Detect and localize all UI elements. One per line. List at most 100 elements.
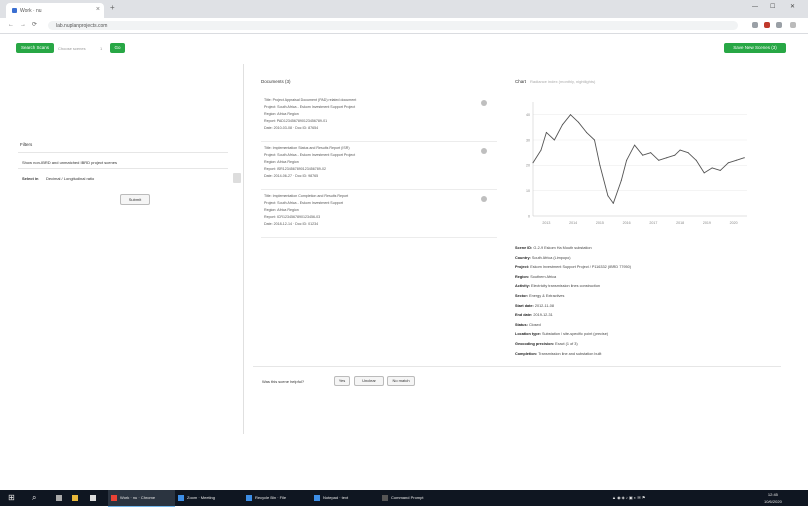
doc-status-icon[interactable] bbox=[481, 196, 487, 202]
doc-status-icon[interactable] bbox=[481, 148, 487, 154]
doc-date: Date: 2014-06-27 · Doc ID: 98765 bbox=[264, 174, 319, 178]
metadata-key: End date: bbox=[515, 313, 534, 318]
close-window-button[interactable]: ✕ bbox=[790, 3, 795, 11]
doc-report: Report: ISR1234567890123456789-02 bbox=[264, 167, 326, 171]
taskbar-item-files[interactable]: Recycle Bin · File bbox=[246, 490, 310, 506]
x-tick-label: 2017 bbox=[649, 221, 657, 225]
extension-icon[interactable] bbox=[764, 22, 770, 28]
search-scans-button[interactable]: Search Scans bbox=[16, 43, 54, 53]
metadata-key: Project: bbox=[515, 265, 531, 270]
feedback-yes-button[interactable]: Yes bbox=[334, 376, 350, 386]
address-bar[interactable]: lab.nuplanprojects.com bbox=[48, 21, 738, 30]
search-icon[interactable]: ⌕ bbox=[32, 490, 36, 506]
x-tick-label: 2013 bbox=[542, 221, 550, 225]
metadata-row: Location type: Substation / site-specifi… bbox=[515, 332, 608, 336]
data-point bbox=[626, 159, 628, 161]
radiance-line-chart: 40 30 20 10 0 2013 2014 2015 2016 2017 2018 2019 202… bbox=[526, 102, 747, 225]
new-tab-button[interactable]: + bbox=[110, 4, 115, 12]
doc-project: Project: South Africa - Eskom Investment… bbox=[264, 153, 356, 157]
data-point bbox=[642, 154, 644, 156]
menu-icon[interactable] bbox=[790, 22, 796, 28]
taskbar: ⊞ ⌕ Work · nu · Chrome Zoom · Meeting Re… bbox=[0, 490, 808, 507]
choose-scenes-label: Choose scenes bbox=[58, 46, 86, 51]
start-icon[interactable]: ⊞ bbox=[8, 490, 15, 506]
tab-close-icon[interactable]: × bbox=[96, 6, 100, 13]
doc-title: Title: Project Appraisal Document (PAD) … bbox=[264, 98, 357, 102]
chart-subtitle: Radiance index (monthly, nightlights) bbox=[530, 79, 596, 84]
doc-report: Report: ICR1234567890123456-03 bbox=[264, 215, 321, 219]
metadata-row: Region: Southern Africa bbox=[515, 275, 556, 279]
system-tray-icons[interactable]: ▲ ◉ ◈ ♪ ▣ ◐ ✉ ⚑ bbox=[612, 490, 645, 506]
data-point bbox=[634, 144, 636, 146]
extension-icon[interactable] bbox=[752, 22, 758, 28]
data-point bbox=[586, 131, 587, 133]
chart-title: Chart bbox=[515, 79, 527, 84]
doc-date: Date: 2010-03-08 · Doc ID: 87654 bbox=[264, 126, 319, 130]
taskbar-item-chrome[interactable]: Work · nu · Chrome bbox=[108, 490, 175, 507]
minimize-button[interactable]: — bbox=[752, 3, 758, 11]
filter-select-value[interactable]: Decimal / Longitudinal ratio bbox=[46, 176, 94, 181]
doc-date: Date: 2018-12-14 · Doc ID: 01234 bbox=[264, 222, 319, 226]
filter-option-text[interactable]: Show non-IBRD and unmatched IBRD project… bbox=[22, 160, 117, 165]
doc-title: Title: Implementation Status and Results… bbox=[264, 146, 350, 150]
favicon-icon bbox=[12, 8, 17, 13]
x-tick-label: 2015 bbox=[596, 221, 604, 225]
taskbar-item-cmd[interactable]: Command Prompt bbox=[382, 490, 446, 506]
filters-title: Filters bbox=[20, 142, 33, 147]
document-card[interactable]: Title: Project Appraisal Document (PAD) … bbox=[261, 96, 497, 142]
metadata-value: Electricity transmission lines construct… bbox=[531, 284, 601, 289]
data-point bbox=[553, 139, 555, 141]
y-tick-label: 0 bbox=[528, 214, 530, 218]
browser-tab-bar: Work · nu × + — ☐ ✕ bbox=[0, 0, 808, 18]
browser-tab[interactable]: Work · nu × bbox=[6, 3, 104, 18]
metadata-row: Activity: Electricity transmission lines… bbox=[515, 284, 600, 288]
data-point bbox=[620, 180, 622, 182]
back-icon[interactable]: ← bbox=[8, 21, 14, 29]
feedback-no-match-button[interactable]: No match bbox=[387, 376, 415, 386]
url-text: lab.nuplanprojects.com bbox=[56, 23, 108, 29]
documents-title: Documents (3) bbox=[261, 79, 291, 84]
data-point bbox=[612, 202, 614, 204]
filter-panel: Filters Show non-IBRD and unmatched IBRD… bbox=[0, 64, 244, 434]
submit-button[interactable]: Submit bbox=[120, 194, 150, 205]
metadata-value: Eskom Investment Support Project / P1163… bbox=[530, 265, 632, 270]
taskbar-item-notepad[interactable]: Notepad · text bbox=[314, 490, 378, 506]
data-point bbox=[719, 169, 721, 171]
reload-icon[interactable]: ⟳ bbox=[32, 21, 37, 29]
maximize-button[interactable]: ☐ bbox=[770, 3, 775, 11]
collapse-handle[interactable] bbox=[233, 173, 241, 183]
document-card[interactable]: Title: Implementation Completion and Res… bbox=[261, 192, 497, 238]
clock[interactable]: 12:45 10/6/2020 bbox=[764, 491, 782, 507]
go-button[interactable]: Go bbox=[110, 43, 125, 53]
metadata-row: Completion: Transmission line and substa… bbox=[515, 352, 601, 356]
data-point bbox=[545, 131, 547, 133]
doc-status-icon[interactable] bbox=[481, 100, 487, 106]
data-point bbox=[711, 167, 713, 169]
doc-project: Project: South Africa - Eskom Investment… bbox=[264, 105, 356, 109]
task-view-icon[interactable] bbox=[56, 490, 66, 506]
taskbar-item-zoom[interactable]: Zoom · Meeting bbox=[178, 490, 242, 506]
data-point bbox=[594, 139, 596, 141]
data-point bbox=[577, 121, 579, 123]
data-point bbox=[743, 157, 745, 159]
metadata-value: Transmission line and substation built bbox=[538, 351, 602, 356]
feedback-unclear-button[interactable]: Unclear bbox=[354, 376, 384, 386]
save-new-scenes-button[interactable]: Save New Scenes (3) bbox=[724, 43, 786, 53]
metadata-row: Country: South Africa (Limpopo) bbox=[515, 256, 571, 260]
metadata-key: Sector: bbox=[515, 294, 530, 298]
metadata-row: Geocoding precision: Exact (1 of 3) bbox=[515, 342, 578, 346]
browser-toolbar: ← → ⟳ lab.nuplanprojects.com bbox=[0, 18, 808, 34]
metadata-key: Region: bbox=[515, 274, 531, 279]
doc-report: Report: PAD1234567890123456789-01 bbox=[264, 119, 328, 123]
data-point bbox=[687, 152, 689, 154]
app-icon[interactable] bbox=[90, 490, 100, 506]
doc-region: Region: Africa Region bbox=[264, 208, 299, 212]
metadata-value: 2019-12-31 bbox=[533, 313, 553, 318]
data-point bbox=[540, 149, 542, 151]
document-card[interactable]: Title: Implementation Status and Results… bbox=[261, 144, 497, 190]
file-explorer-icon[interactable] bbox=[72, 490, 82, 506]
metadata-row: Project: Eskom Investment Support Projec… bbox=[515, 265, 631, 269]
forward-icon[interactable]: → bbox=[20, 21, 26, 29]
metadata-key: Location type: bbox=[515, 332, 543, 337]
profile-icon[interactable] bbox=[776, 22, 782, 28]
